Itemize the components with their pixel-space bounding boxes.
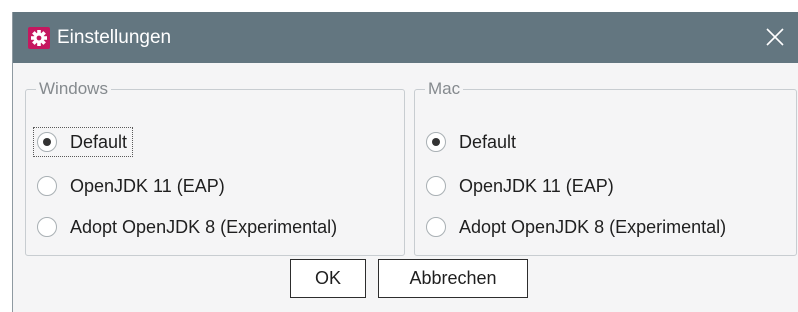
radio-button[interactable] [37, 217, 57, 237]
close-icon [766, 28, 784, 46]
mac-group: Mac Default OpenJDK 11 (EAP) Adopt OpenJ… [414, 79, 797, 256]
radio-button-checked[interactable] [37, 132, 57, 152]
windows-group-legend: Windows [36, 79, 111, 99]
radio-button-checked[interactable] [426, 132, 446, 152]
close-button[interactable] [749, 12, 798, 63]
radio-button[interactable] [426, 217, 446, 237]
option-label: Default [70, 132, 128, 152]
option-label: Adopt OpenJDK 8 (Experimental) [70, 217, 338, 237]
option-label: Adopt OpenJDK 8 (Experimental) [459, 217, 727, 237]
mac-option-adopt-openjdk8[interactable]: Adopt OpenJDK 8 (Experimental) [426, 213, 729, 241]
windows-option-adopt-openjdk8[interactable]: Adopt OpenJDK 8 (Experimental) [37, 213, 340, 241]
option-label: OpenJDK 11 (EAP) [70, 176, 225, 196]
dialog-title: Einstellungen [57, 27, 172, 48]
mac-option-default[interactable]: Default [426, 128, 519, 156]
settings-dialog: Einstellungen Windows Default OpenJDK 11… [12, 12, 798, 312]
mac-option-openjdk11[interactable]: OpenJDK 11 (EAP) [426, 172, 617, 200]
windows-group: Windows Default OpenJDK 11 (EAP) Adopt O… [25, 79, 405, 256]
option-label: OpenJDK 11 (EAP) [459, 176, 614, 196]
windows-option-openjdk11[interactable]: OpenJDK 11 (EAP) [37, 172, 228, 200]
gear-icon [28, 27, 50, 49]
windows-option-default[interactable]: Default [32, 127, 134, 157]
radio-button[interactable] [426, 176, 446, 196]
mac-group-legend: Mac [425, 79, 464, 99]
title-bar[interactable]: Einstellungen [13, 12, 798, 63]
cancel-button[interactable]: Abbrechen [378, 259, 528, 298]
option-label: Default [459, 132, 517, 152]
radio-button[interactable] [37, 176, 57, 196]
ok-button[interactable]: OK [290, 259, 366, 298]
